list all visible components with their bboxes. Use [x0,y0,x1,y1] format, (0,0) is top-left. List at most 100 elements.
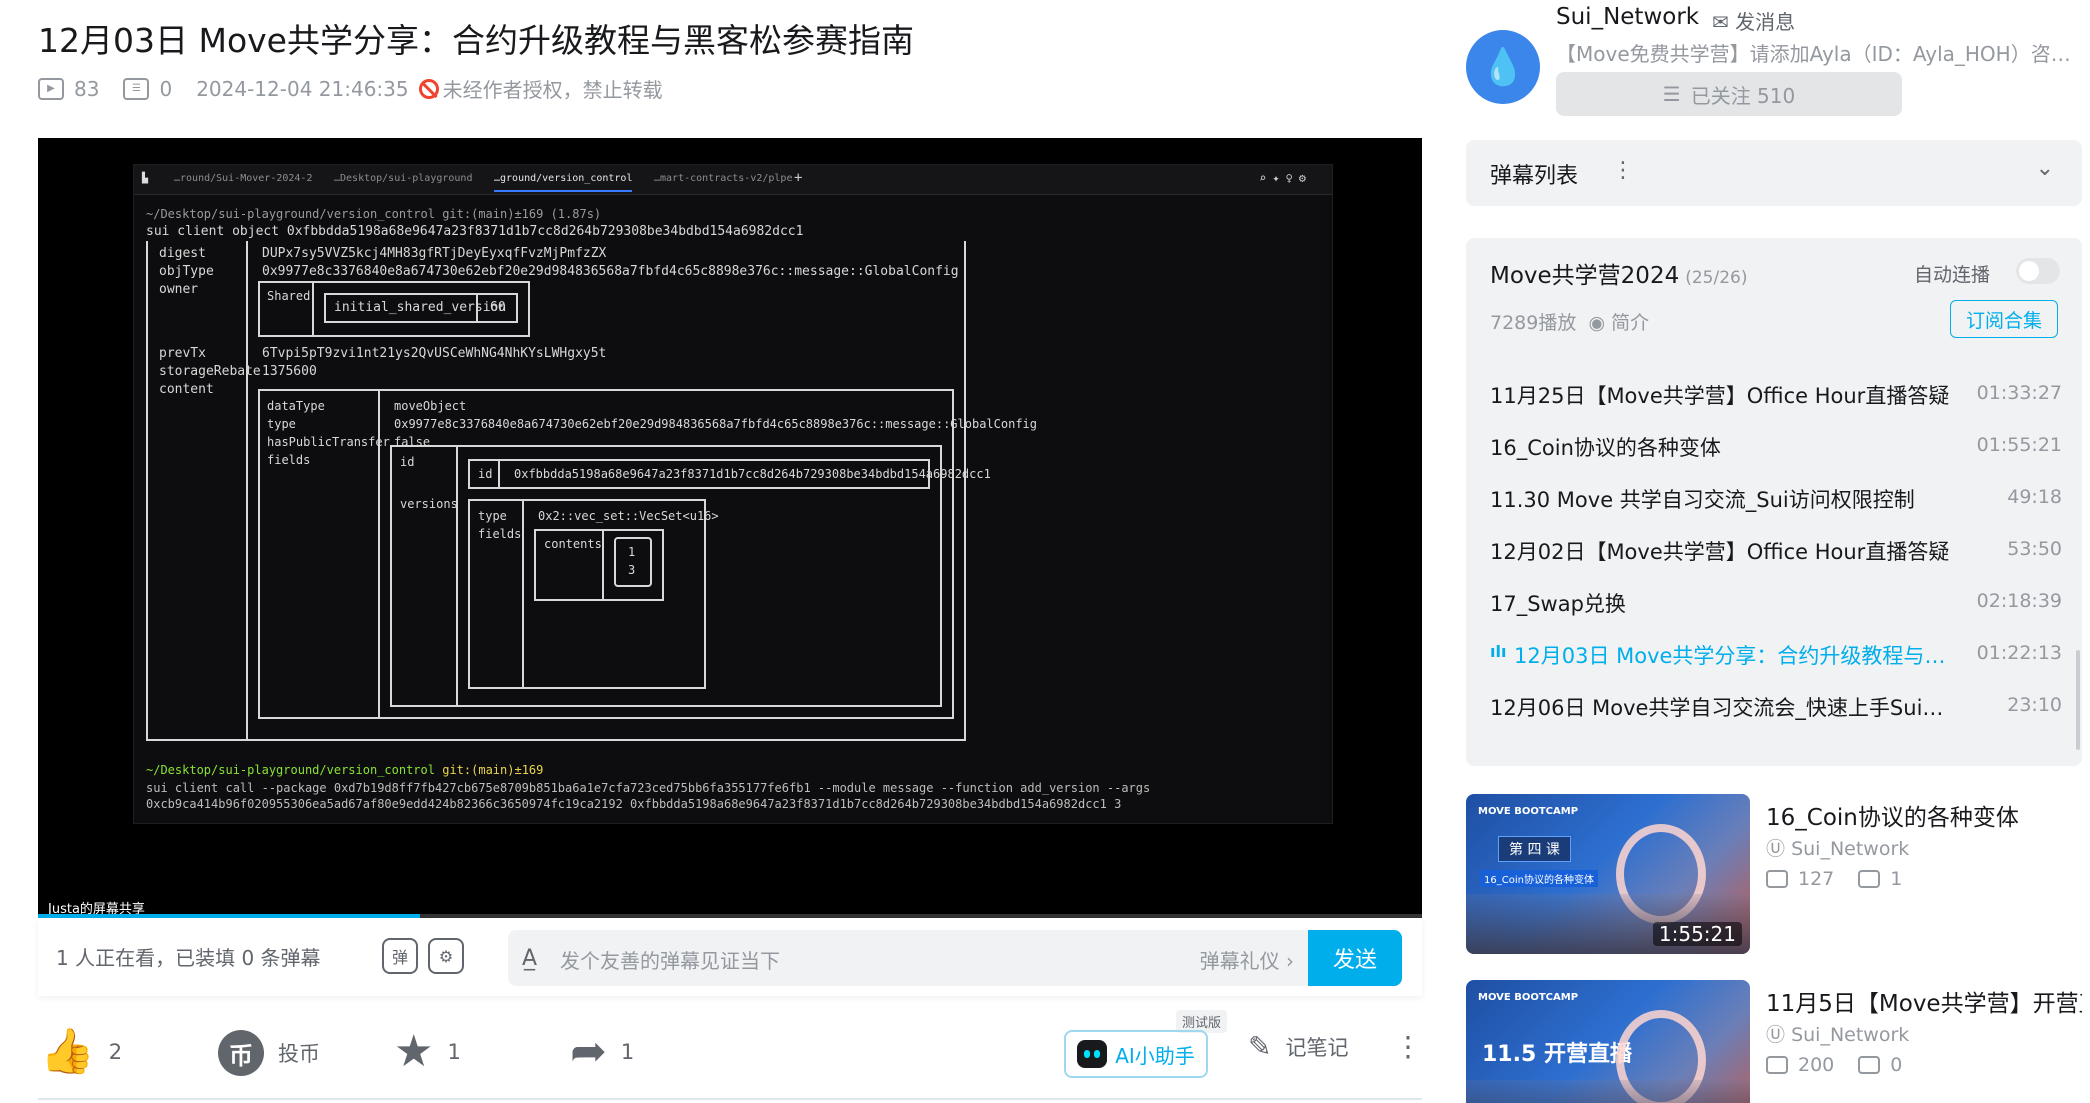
playlist-intro-link[interactable]: 简介 [1611,312,1649,334]
danmaku-toggle-icon[interactable]: 弹 [382,938,418,974]
playlist-plays: 7289播放 [1490,312,1577,334]
uploader-name[interactable]: Sui_Network [1556,4,1699,30]
recommended-danmaku: 0 [1890,1054,1903,1076]
playlist-name: Move共学营2024 [1490,263,1680,289]
id-value: 0xfbbdda5198a68e9647a23f8371d1b7cc8d264b… [514,467,991,481]
terminal-window: ▙ …round/Sui-Mover-2024-2 …Desktop/sui-p… [133,164,1333,824]
send-message-link[interactable]: ✉ 发消息 [1712,6,1795,35]
video-thumbnail[interactable]: MOVE BOOTCAMP 第 四 课 16_Coin协议的各种变体 1:55:… [1466,794,1750,954]
playlist-item[interactable]: 12月06日 Move共学自习交流会_快速上手Sui链上开发 23:10 [1466,680,2062,732]
recommended-video[interactable]: MOVE BOOTCAMP 第 四 课 16_Coin协议的各种变体 1:55:… [1466,794,2082,960]
danmaku-list-header[interactable]: 弹幕列表 ⋮ ⌄ [1466,140,2082,206]
thumb-rocks-graphic [1466,1080,1750,1103]
note-button[interactable]: ✎ 记笔记 [1248,1030,1348,1063]
playlist-scrollbar[interactable] [2076,650,2080,750]
object-keys-1: digest objType owner [159,246,214,297]
danmaku-list-more-icon[interactable]: ⋮ [1612,158,1634,183]
chevron-down-icon[interactable]: ⌄ [2036,156,2054,181]
play-count-icon: ▶ [38,77,64,100]
video-thumbnail[interactable]: MOVE BOOTCAMP 11.5 开营直播 [1466,980,1750,1103]
follow-button[interactable]: ☰ 已关注 510 [1556,72,1902,116]
subscribe-collection-button[interactable]: 订阅合集 [1950,300,2058,338]
view-count: 83 [74,76,100,101]
table-divider [246,241,248,741]
play-count-icon [1766,870,1788,888]
playlist-stats: 7289播放 ◉ 简介 [1490,308,1649,335]
shared-version-value: 60 [490,300,506,315]
new-tab-button[interactable]: + [794,170,802,186]
contents-key: contents [544,537,602,551]
danmaku-count-icon: ☰ [123,77,150,100]
terminal-tab[interactable]: …Desktop/sui-playground [334,173,472,184]
more-button[interactable]: ⋮ [1394,1030,1422,1063]
recommended-views: 200 [1798,1054,1835,1076]
ai-assistant-label: AI小助手 [1115,1043,1195,1068]
text-style-icon[interactable]: A̲ [522,946,537,971]
prompt-line-2: ~/Desktop/sui-playground/version_control… [146,761,543,779]
danmaku-input[interactable]: A̲ 发个友善的弹幕见证当下 弹幕礼仪 › [508,930,1308,986]
prompt-git: git:(main)±169 [442,763,544,777]
playlist-item-title: 12月02日【Move共学营】Office Hour直播答疑 [1490,540,1950,564]
recommended-uploader[interactable]: Ⓤ Sui_Network [1766,834,1909,861]
owner-shared: Shared [267,289,311,303]
thumb-lesson-label: 第 四 课 [1498,836,1571,862]
playlist-item[interactable]: 16_Coin协议的各种变体 01:55:21 [1466,420,2062,472]
id-key: id [478,467,493,481]
coin-label: 投币 [278,1042,320,1066]
playlist-item[interactable]: 11.30 Move 共学自习交流_Sui访问权限控制 49:18 [1466,472,2062,524]
video-player[interactable]: ▙ …round/Sui-Mover-2024-2 …Desktop/sui-p… [38,138,1422,918]
thumb-duration: 1:55:21 [1652,922,1742,946]
playlist-item-duration: 01:22:13 [1976,642,2062,664]
thumbs-up-icon: 👍 [40,1026,95,1077]
recommended-uploader-name: Sui_Network [1791,838,1910,860]
more-dots-icon: ⋮ [1394,1030,1422,1063]
sui-drop-icon: 💧 [1480,47,1526,88]
recommended-video[interactable]: MOVE BOOTCAMP 11.5 开营直播 11月5日【Move共学营】开营… [1466,980,2082,1103]
prompt-line-1: ~/Desktop/sui-playground/version_control… [146,207,602,221]
thumb-subtitle: 16_Coin协议的各种变体 [1480,870,1598,887]
playlist-item[interactable]: 11月25日【Move共学营】Office Hour直播答疑 01:33:27 [1466,368,2062,420]
playlist-item-current[interactable]: ılı 12月03日 Move共学分享：合约升级教程与黑客松参赛指南 01:22… [1466,628,2062,680]
fields-divider [456,445,458,707]
playlist-item[interactable]: 17_Swap兑换 02:18:39 [1466,576,2062,628]
recommended-title[interactable]: 16_Coin协议的各种变体 [1766,798,2082,832]
recommended-uploader[interactable]: Ⓤ Sui_Network [1766,1020,1909,1047]
owner-divider [312,281,314,337]
autoplay-toggle[interactable] [2016,258,2060,284]
contents-values: 1 3 [628,545,636,577]
ai-assistant-button[interactable]: AI小助手 [1064,1030,1208,1078]
coin-button[interactable]: 币 投币 [218,1030,320,1076]
content-values: moveObject 0x9977e8c3376840e8a674730e62e… [394,399,1037,449]
recommended-title[interactable]: 11月5日【Move共学营】开营直播 [1766,984,2082,1018]
watching-count: 1 人正在看，已装填 0 条弹幕 [56,946,321,970]
uploader-description: 【Move免费共学营】请添加Ayla（ID：Ayla_HOH）咨询… [1556,42,2086,66]
danmaku-settings-icon[interactable]: ⚙ [428,938,464,974]
terminal-tab[interactable]: …round/Sui-Mover-2024-2 [174,173,312,184]
playlist-item-title: 12月06日 Move共学自习交流会_快速上手Sui链上开发 [1490,696,1950,720]
send-message-label: 发消息 [1735,10,1796,34]
send-danmaku-button[interactable]: 发送 [1308,930,1402,986]
terminal-tab[interactable]: …mart-contracts-v2/plpe [654,173,792,184]
playlist-item-duration: 23:10 [2007,694,2062,716]
recommended-stats: 127 1 [1766,868,1902,890]
content-keys: dataType type hasPublicTransfer fields [267,399,390,467]
uploader-avatar[interactable]: 💧 [1466,30,1540,104]
favorite-button[interactable]: ★ 1 [394,1030,461,1074]
terminal-tab-active[interactable]: …ground/version_control [494,173,633,192]
share-button[interactable]: ➦ 1 [570,1030,634,1074]
object-keys-2: prevTx storageRebate content [159,346,261,397]
playlist-item[interactable]: 12月02日【Move共学营】Office Hour直播答疑 53:50 [1466,524,2062,576]
now-playing-icon: ılı [1490,642,1507,661]
id-divider [498,459,500,489]
playlist-count: (25/26) [1685,268,1748,288]
like-button[interactable]: 👍 2 [40,1030,122,1074]
danmaku-etiquette-link[interactable]: 弹幕礼仪 › [1200,945,1294,974]
ai-robot-icon [1077,1040,1108,1068]
command-line-2b: 0xcb9ca414b96f020955306ea5ad67af80e9edd4… [146,797,1122,811]
playlist-item-duration: 53:50 [2007,538,2062,560]
autoplay-label: 自动连播 [1913,264,1990,286]
playlist-panel: Move共学营2024 (25/26) 自动连播 7289播放 ◉ 简介 订阅合集… [1466,238,2082,766]
recommended-uploader-name: Sui_Network [1791,1024,1910,1046]
danmaku-bar: 1 人正在看，已装填 0 条弹幕 弹 ⚙ A̲ 发个友善的弹幕见证当下 弹幕礼仪… [38,918,1422,996]
playlist-title[interactable]: Move共学营2024 (25/26) [1490,256,1747,290]
